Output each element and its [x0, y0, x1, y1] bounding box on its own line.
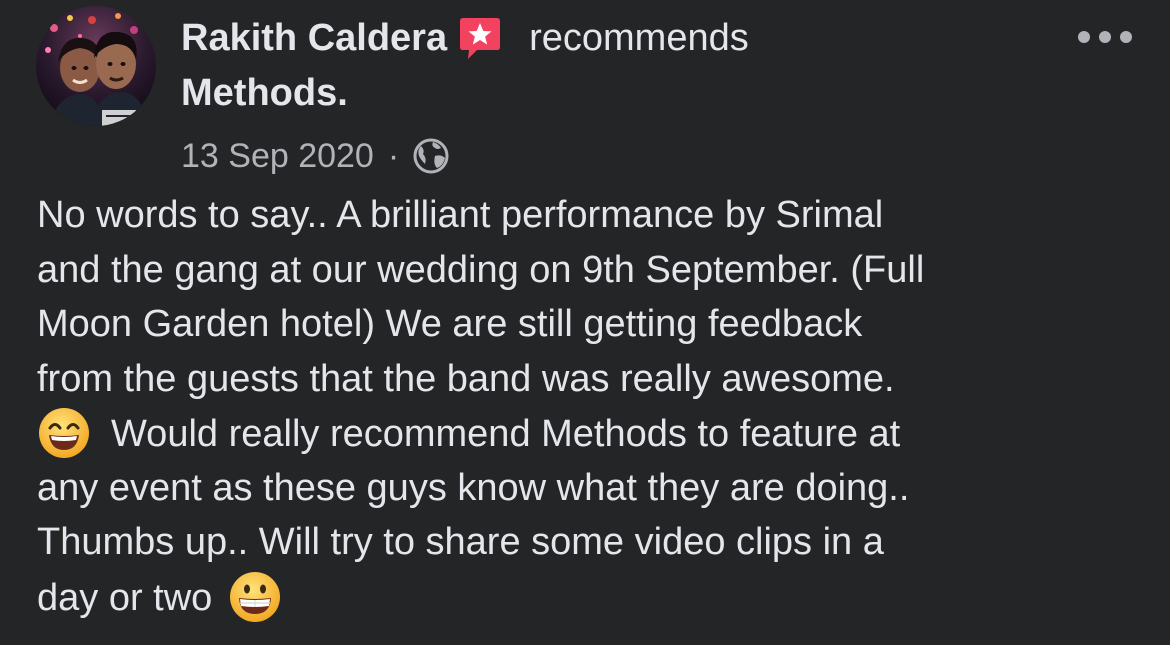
smiling-face-emoji — [37, 406, 91, 460]
recommends-label: recommends — [529, 16, 749, 59]
post-body-line: Thumbs up.. Will try to share some video… — [37, 521, 884, 563]
author-avatar[interactable] — [36, 6, 156, 126]
more-options-icon[interactable] — [1078, 25, 1132, 49]
post-body-line-with-emoji: day or two — [37, 570, 1147, 625]
recommended-page-name[interactable]: Methods. — [181, 72, 348, 115]
post-body-line: any event as these guys know what they a… — [37, 466, 910, 509]
meta-separator: · — [387, 136, 400, 175]
post-date[interactable]: 13 Sep 2020 — [181, 137, 374, 176]
post-body-line: No words to say.. A brilliant performanc… — [37, 194, 884, 236]
more-dot — [1078, 31, 1090, 43]
more-dot — [1120, 31, 1132, 43]
post-body-line: from the guests that the band was really… — [37, 357, 895, 400]
recommendation-post: Rakith Caldera recommends Methods. 13 Se… — [0, 0, 1170, 645]
post-body-text: Would really recommend Methods to featur… — [111, 413, 901, 455]
post-body-line-with-emoji: Would really recommend Methods to featur… — [37, 406, 1147, 461]
globe-icon[interactable] — [411, 136, 451, 176]
more-dot — [1099, 31, 1111, 43]
post-meta: 13 Sep 2020 · — [181, 134, 451, 178]
post-body-line: and the gang at our wedding on 9th Septe… — [37, 248, 925, 291]
post-body-line: Moon Garden hotel) We are still getting … — [37, 303, 863, 345]
post-body-text: day or two — [37, 576, 213, 619]
grinning-face-emoji — [228, 570, 282, 624]
post-header: Rakith Caldera recommends — [181, 14, 749, 62]
post-body: No words to say.. A brilliant performanc… — [37, 188, 1147, 624]
recommendation-star-icon — [457, 15, 503, 61]
author-name[interactable]: Rakith Caldera — [181, 17, 447, 60]
